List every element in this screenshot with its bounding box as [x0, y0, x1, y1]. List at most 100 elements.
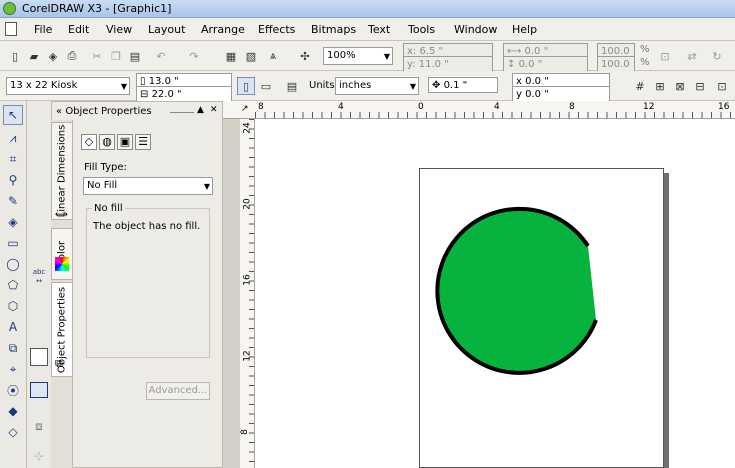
open-icon[interactable]: ▰	[25, 47, 43, 65]
menu-edit[interactable]: Edit	[68, 23, 89, 36]
rectangle-tool-icon[interactable]: ▭	[3, 233, 23, 253]
polygon-tool-icon[interactable]: ⬠	[3, 275, 23, 295]
eyedropper-tool-icon[interactable]: ⌖	[3, 359, 23, 379]
chevron-down-icon: ▼	[409, 82, 416, 91]
ellipse-shape[interactable]	[419, 205, 619, 405]
detail-tab-icon[interactable]: ☰	[135, 134, 151, 150]
options-icon[interactable]: ⊡	[713, 77, 731, 95]
new-document-icon[interactable]: ▯	[6, 47, 24, 65]
docker-collapse-icon[interactable]: «	[56, 106, 62, 117]
menu-effects[interactable]: Effects	[258, 23, 295, 36]
ruler-top-label: 8	[569, 102, 575, 112]
color-wheel-icon	[55, 257, 69, 271]
chevron-down-icon: ▼	[383, 52, 390, 61]
menu-bitmaps[interactable]: Bitmaps	[311, 23, 356, 36]
ruler-top-label: 8	[258, 102, 264, 112]
object-properties-icon: ⧉	[55, 357, 63, 370]
ruler-top-label: 0	[418, 102, 424, 112]
page-icon[interactable]	[30, 348, 48, 366]
zoom-value: 100%	[327, 50, 356, 61]
export-icon[interactable]: ▧	[242, 47, 260, 65]
linear-dimensions-icon: ⟷	[55, 210, 68, 220]
smart-fill-tool-icon[interactable]: ◈	[3, 212, 23, 232]
nudge-field[interactable]: ✥ 0.1 "	[428, 77, 498, 93]
freehand-tool-icon[interactable]: ✎	[3, 191, 23, 211]
docker-content: ◇ ◍ ▣ ☰ Fill Type: No Fill ▼ No fill The…	[78, 132, 222, 468]
zoom-select[interactable]: 100% ▼	[323, 47, 393, 65]
general-tab-icon[interactable]: ▣	[117, 134, 133, 150]
basic-shapes-tool-icon[interactable]: ⬡	[3, 296, 23, 316]
welcome-screen-icon[interactable]: ✣	[296, 47, 314, 65]
cut-icon[interactable]: ✂	[88, 47, 106, 65]
tab-linear-dimensions[interactable]: Linear Dimensions	[51, 122, 73, 220]
menu-text[interactable]: Text	[368, 23, 390, 36]
fill-type-label: Fill Type:	[84, 162, 127, 173]
pick-tool-icon[interactable]: ↖	[3, 105, 23, 125]
shape-tool-icon[interactable]: ⩘	[3, 128, 23, 148]
docker-up-icon[interactable]: ▲	[197, 105, 204, 115]
document-menu-icon[interactable]	[5, 22, 17, 36]
ellipse-tool-icon[interactable]: ◯	[3, 254, 23, 274]
fill-tool-icon[interactable]: ◆	[3, 401, 23, 421]
portrait-icon[interactable]: ▯	[237, 77, 255, 95]
page-size-select[interactable]: 13 x 22 Kiosk ▼	[6, 77, 130, 95]
monitor-icon[interactable]	[30, 382, 48, 398]
menu-view[interactable]: View	[106, 23, 132, 36]
interactive-blend-tool-icon[interactable]: ⧉	[3, 338, 23, 358]
landscape-icon[interactable]: ▭	[257, 77, 275, 95]
outline-tool-icon[interactable]: ⦿	[3, 380, 23, 400]
page-height-field[interactable]: ⊟ 22.0 "	[136, 86, 232, 102]
menu-layout[interactable]: Layout	[148, 23, 185, 36]
undo-icon[interactable]: ↶	[152, 47, 170, 65]
outline-tab-icon[interactable]: ◍	[99, 134, 115, 150]
connector-tool-icon[interactable]: abc ↔	[29, 268, 49, 288]
interactive-fill-tool-icon[interactable]: ◇	[3, 422, 23, 442]
dynamic-guides-icon[interactable]: ⊟	[691, 77, 709, 95]
redo-icon[interactable]: ↷	[185, 47, 203, 65]
menu-file[interactable]: File	[34, 23, 52, 36]
units-value: inches	[339, 80, 372, 91]
fill-tab-icon[interactable]: ◇	[81, 134, 97, 150]
mirror-icon[interactable]: ⇄	[683, 47, 701, 65]
position-y-field[interactable]: y: 11.0 "	[403, 56, 493, 72]
snap-objects-icon[interactable]: ⊠	[671, 77, 689, 95]
rotate-icon[interactable]: ↻	[708, 47, 726, 65]
fill-type-select[interactable]: No Fill ▼	[83, 177, 213, 195]
paste-icon[interactable]: ▤	[126, 47, 144, 65]
menu-window[interactable]: Window	[454, 23, 497, 36]
docker-tab-strip: Linear Dimensions ⟷ Color Object Propert…	[51, 120, 73, 468]
menu-tools[interactable]: Tools	[408, 23, 435, 36]
height-field[interactable]: ↕ 0.0 "	[503, 56, 588, 72]
save-icon[interactable]: ◈	[44, 47, 62, 65]
snap-guidelines-icon[interactable]: ⊞	[651, 77, 669, 95]
application-launcher-icon[interactable]: ⩓	[264, 47, 282, 65]
print-icon[interactable]: ⎙	[63, 47, 81, 65]
snap-grid-icon[interactable]: #	[631, 77, 649, 95]
lock-ratio-icon[interactable]: ⊡	[656, 47, 674, 65]
units-label: Units:	[309, 80, 338, 91]
ruler-corner[interactable]: ↗	[241, 104, 249, 114]
menu-help[interactable]: Help	[512, 23, 537, 36]
fill-type-value: No Fill	[87, 180, 118, 191]
crop-tool-icon[interactable]: ⌗	[3, 149, 23, 169]
extra-tool-icon[interactable]: ⊹	[30, 449, 48, 467]
menu-arrange[interactable]: Arrange	[201, 23, 245, 36]
all-pages-icon[interactable]: ▤	[283, 77, 301, 95]
zoom-tool-icon[interactable]: ⚲	[3, 170, 23, 190]
advanced-button[interactable]: Advanced...	[146, 382, 210, 400]
ruler-ticks	[249, 119, 254, 468]
cutout-icon[interactable]: ⧈	[30, 419, 48, 437]
scale-y-field[interactable]: 100.0	[597, 56, 635, 72]
toolbox: ↖ ⩘ ⌗ ⚲ ✎ ◈ ▭ ◯ ⬠ ⬡ A ⧉ ⌖ ⦿ ◆ ◇	[0, 101, 27, 468]
duplicate-y-field[interactable]: y 0.0 "	[512, 86, 610, 102]
copy-icon[interactable]: ❐	[107, 47, 125, 65]
tab-color[interactable]: Color	[51, 228, 73, 280]
text-tool-icon[interactable]: A	[3, 317, 23, 337]
units-select[interactable]: inches ▼	[335, 77, 419, 95]
docker-close-icon[interactable]: ✕	[210, 105, 218, 115]
import-icon[interactable]: ▦	[222, 47, 240, 65]
left-ruler[interactable]: 24 20 16 12 8	[240, 119, 255, 468]
fill-group-box: No fill The object has no fill.	[86, 203, 210, 358]
top-ruler[interactable]: ↗ 8 4 0 4 8 12 16	[223, 101, 735, 119]
property-bar: 13 x 22 Kiosk ▼ ▯ 13.0 " ⊟ 22.0 " ▯ ▭ ▤ …	[0, 71, 735, 102]
